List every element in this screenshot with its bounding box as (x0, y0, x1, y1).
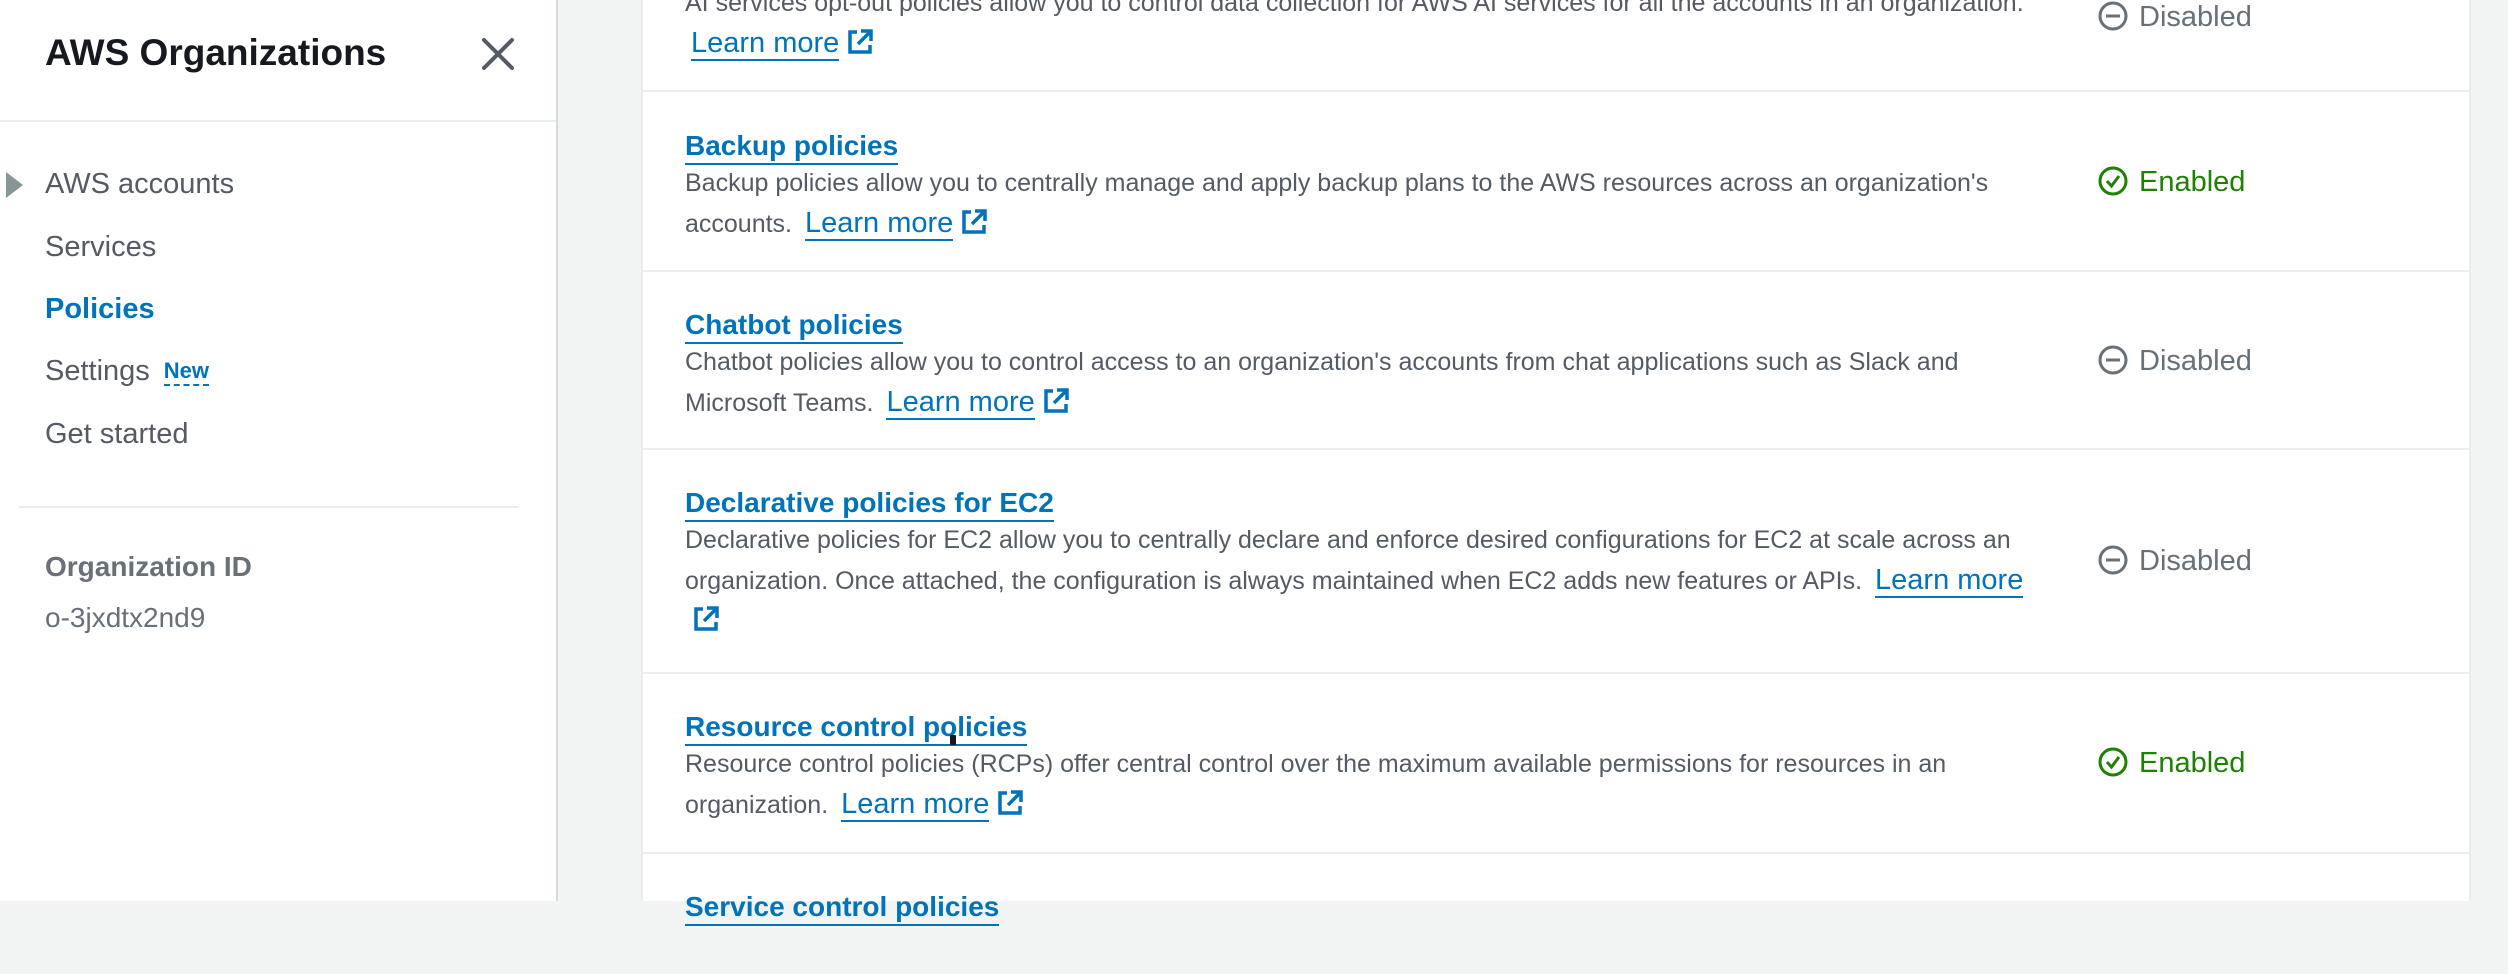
status-label: Disabled (2139, 345, 2252, 377)
caret-right-icon[interactable] (6, 172, 23, 198)
check-circle-icon (2098, 747, 2128, 777)
policy-description: Chatbot policies allow you to control ac… (685, 342, 2025, 423)
sidebar-divider (19, 506, 519, 508)
policy-row-chatbot: Chatbot policies Chatbot policies allow … (643, 272, 2469, 450)
close-icon[interactable] (474, 30, 522, 78)
policy-row-resource-control: Resource control policies Resource contr… (643, 674, 2469, 854)
policy-link-chatbot[interactable]: Chatbot policies (685, 308, 903, 344)
check-circle-icon (2098, 166, 2128, 196)
status-enabled: Enabled (2097, 746, 2245, 780)
policy-row-ai-opt-out: AI services opt-out policies allow you t… (643, 0, 2469, 92)
status-label: Enabled (2139, 166, 2246, 198)
navigation-sidebar: AWS Organizations AWS accounts Services … (0, 0, 558, 901)
organization-id-value: o-3jxdtx2nd9 (45, 602, 206, 633)
policy-row-service-control: Service control policies (643, 854, 2469, 974)
disabled-icon (2098, 345, 2128, 375)
learn-more-link[interactable]: Learn more (804, 207, 954, 241)
learn-more-link[interactable]: Learn more (691, 27, 840, 61)
policy-description-text: AI services opt-out policies allow you t… (685, 0, 2024, 17)
policy-row-declarative-ec2: Declarative policies for EC2 Declarative… (643, 450, 2469, 674)
mouse-cursor (950, 735, 956, 745)
policy-description: Backup policies allow you to centrally m… (685, 163, 2025, 244)
external-link-icon (848, 29, 874, 54)
sidebar-item-services[interactable]: Services (45, 231, 156, 264)
policy-link-service-control[interactable]: Service control policies (685, 890, 1000, 926)
learn-more-link[interactable]: Learn more (886, 386, 1035, 420)
organization-id-label: Organization ID (45, 551, 252, 582)
sidebar-item-settings-label: Settings (45, 355, 150, 387)
status-enabled: Enabled (2097, 165, 2245, 199)
policy-description: Resource control policies (RCPs) offer c… (685, 744, 2025, 825)
sidebar-item-policies[interactable]: Policies (45, 293, 155, 326)
policy-description-text: Declarative policies for EC2 allow you t… (685, 526, 2011, 595)
policy-description: AI services opt-out policies allow you t… (685, 0, 2025, 64)
learn-more-link[interactable]: Learn more (1875, 564, 2024, 598)
disabled-icon (2098, 545, 2128, 575)
status-label: Disabled (2139, 1, 2252, 33)
external-link-icon (1044, 388, 1069, 413)
disabled-icon (2098, 1, 2128, 31)
sidebar-item-get-started[interactable]: Get started (45, 418, 188, 451)
policy-link-declarative-ec2[interactable]: Declarative policies for EC2 (685, 486, 1054, 522)
sidebar-item-settings[interactable]: Settings New (45, 355, 210, 388)
sidebar-header: AWS Organizations (0, 0, 556, 122)
status-disabled: Disabled (2097, 0, 2252, 34)
policies-panel: AI services opt-out policies allow you t… (641, 0, 2471, 926)
policy-link-backup[interactable]: Backup policies (685, 129, 899, 165)
new-badge: New (163, 358, 210, 386)
policy-description: Declarative policies for EC2 allow you t… (685, 520, 2025, 641)
external-link-icon (962, 209, 988, 234)
policy-link-resource-control[interactable]: Resource control policies (685, 710, 1028, 746)
status-label: Disabled (2139, 545, 2252, 577)
status-disabled: Disabled (2097, 544, 2252, 578)
status-label: Enabled (2139, 747, 2246, 779)
policy-description-text: Chatbot policies allow you to control ac… (685, 348, 1959, 417)
learn-more-link[interactable]: Learn more (841, 788, 990, 822)
external-link-icon (694, 606, 719, 631)
sidebar-title: AWS Organizations (45, 32, 387, 73)
sidebar-item-aws-accounts[interactable]: AWS accounts (45, 168, 234, 201)
external-link-icon (998, 790, 1024, 815)
policy-row-backup: Backup policies Backup policies allow yo… (643, 92, 2469, 272)
status-disabled: Disabled (2097, 344, 2252, 378)
